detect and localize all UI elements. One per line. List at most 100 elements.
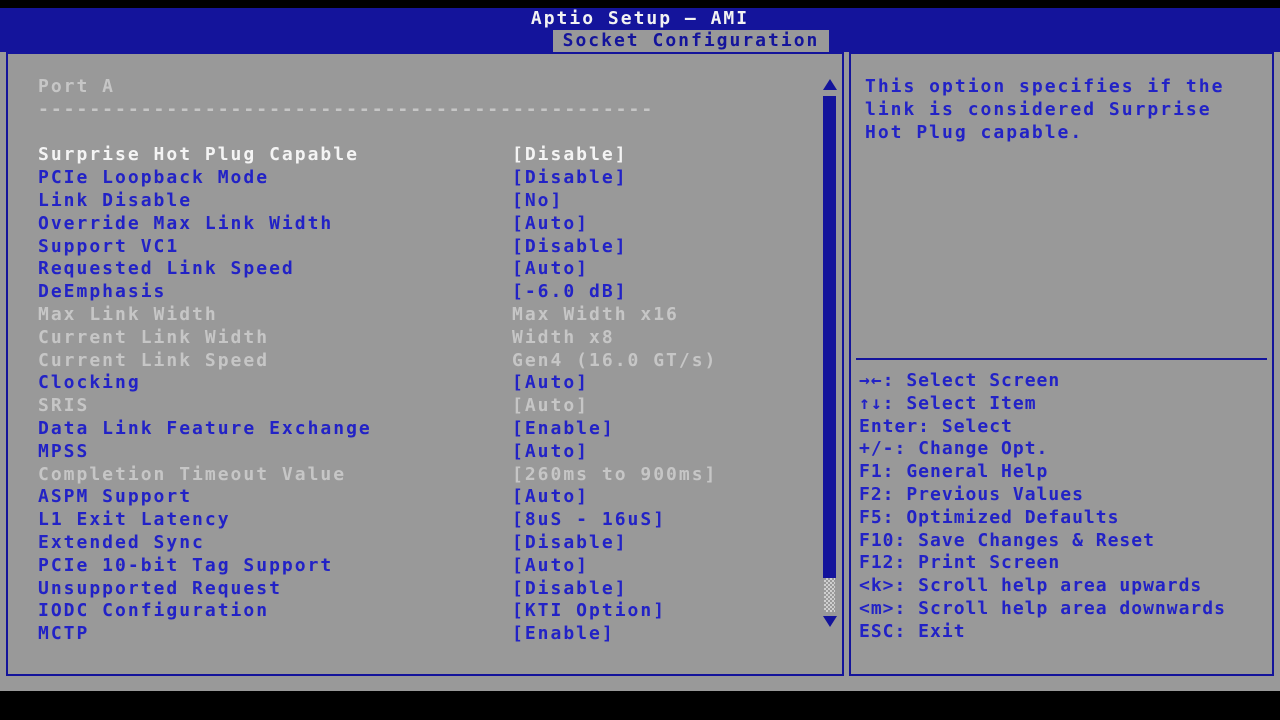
menu-item-extended-sync[interactable]: Extended Sync [Disable]: [38, 532, 802, 555]
menu-item-deemphasis[interactable]: DeEmphasis [-6.0 dB]: [38, 281, 802, 304]
key-legend-line: F12: Print Screen: [859, 552, 1061, 574]
menu-item-value: [Auto]: [512, 395, 590, 417]
menu-item-current-link-width: Current Link Width Width x8: [38, 327, 802, 350]
menu-item-current-link-speed: Current Link Speed Gen4 (16.0 GT/s): [38, 350, 802, 373]
menu-item-value: [Auto]: [512, 372, 590, 394]
menu-rows: Surprise Hot Plug Capable [Disable] PCIe L…: [38, 144, 802, 646]
key-legend-line: F5: Optimized Defaults: [859, 506, 1120, 528]
menu-item-label: Current Link Speed: [38, 349, 270, 371]
menu-item-label: IODC Configuration: [38, 600, 270, 622]
help-panel: This option specifies if the link is cons…: [849, 52, 1274, 676]
menu-item-label: Extended Sync: [38, 531, 205, 553]
menu-item-sris: SRIS [Auto]: [38, 395, 802, 418]
menu-item-label: Current Link Width: [38, 326, 270, 348]
menu-item-value: Gen4 (16.0 GT/s): [512, 349, 718, 371]
section-title: Port A: [38, 76, 116, 97]
menu-item-pcie-10-bit-tag-support[interactable]: PCIe 10-bit Tag Support [Auto]: [38, 555, 802, 578]
menu-item-value: [Disable]: [512, 144, 628, 166]
menu-item-label: Clocking: [38, 372, 141, 394]
menu-item-label: Completion Timeout Value: [38, 463, 347, 485]
menu-item-support-vc1[interactable]: Support VC1 [Disable]: [38, 236, 802, 259]
menu-item-value: [Enable]: [512, 417, 615, 439]
scrollbar: [822, 54, 838, 672]
menu-item-surprise-hot-plug-capable[interactable]: Surprise Hot Plug Capable [Disable]: [38, 144, 802, 167]
menu-item-value: [Auto]: [512, 212, 590, 234]
menu-item-label: SRIS: [38, 395, 90, 417]
menu-item-label: PCIe 10-bit Tag Support: [38, 554, 334, 576]
bios-setup-screen: Aptio Setup – AMI Socket Configuration P…: [0, 0, 1280, 720]
menu-item-label: Surprise Hot Plug Capable: [38, 144, 359, 166]
app-title: Aptio Setup – AMI: [530, 8, 750, 29]
section-separator: ----------------------------------------…: [38, 98, 655, 120]
menu-item-value: [Disable]: [512, 167, 628, 189]
menu-item-mpss[interactable]: MPSS [Auto]: [38, 441, 802, 464]
settings-panel: Port A ---------------------------------…: [6, 52, 844, 676]
menu-item-label: PCIe Loopback Mode: [38, 167, 270, 189]
menu-item-value: [Auto]: [512, 554, 590, 576]
scroll-down-arrow-icon[interactable]: [823, 616, 837, 627]
menu-item-iodc-configuration[interactable]: IODC Configuration [KTI Option]: [38, 600, 802, 623]
menu-item-value: [Auto]: [512, 258, 590, 280]
main-area: Port A ---------------------------------…: [0, 52, 1280, 691]
menu-item-label: L1 Exit Latency: [38, 509, 231, 531]
menu-item-requested-link-speed[interactable]: Requested Link Speed [Auto]: [38, 258, 802, 281]
tab-socket-configuration[interactable]: Socket Configuration: [553, 30, 829, 52]
key-legend-line: +/-: Change Opt.: [859, 438, 1049, 460]
menu-item-value: [No]: [512, 189, 564, 211]
menu-item-link-disable[interactable]: Link Disable [No]: [38, 190, 802, 213]
menu-item-pcie-loopback-mode[interactable]: PCIe Loopback Mode [Disable]: [38, 167, 802, 190]
scroll-up-arrow-icon[interactable]: [823, 79, 837, 90]
menu-item-data-link-feature-exchange[interactable]: Data Link Feature Exchange [Enable]: [38, 418, 802, 441]
menu-item-value: [260ms to 900ms]: [512, 463, 718, 485]
menu-item-label: Link Disable: [38, 189, 193, 211]
menu-item-label: Data Link Feature Exchange: [38, 417, 372, 439]
help-text-line: Hot Plug capable.: [865, 121, 1084, 143]
key-legend: →←: Select Screen ↑↓: Select Item Enter: S…: [859, 370, 1226, 644]
key-legend-line: Enter: Select: [859, 415, 1013, 437]
help-text-line: link is considered Surprise: [865, 98, 1212, 120]
menu-item-label: Support VC1: [38, 235, 180, 257]
key-legend-line: →←: Select Screen: [859, 370, 1061, 391]
menu-item-value: Max Width x16: [512, 303, 679, 325]
key-legend-line: ↑↓: Select Item: [859, 392, 1037, 414]
menu-item-value: [Disable]: [512, 577, 628, 599]
menu-item-aspm-support[interactable]: ASPM Support [Auto]: [38, 486, 802, 509]
menu-item-value: [Disable]: [512, 531, 628, 553]
menu-item-mctp[interactable]: MCTP [Enable]: [38, 623, 802, 646]
help-text-line: This option specifies if the: [865, 76, 1225, 97]
key-legend-line: ESC: Exit: [859, 620, 966, 642]
key-legend-line: <k>: Scroll help area upwards: [859, 575, 1203, 597]
menu-item-unsupported-request[interactable]: Unsupported Request [Disable]: [38, 578, 802, 601]
menu-item-value: [Auto]: [512, 486, 590, 508]
menu-item-value: Width x8: [512, 326, 615, 348]
menu-item-value: [-6.0 dB]: [512, 281, 628, 303]
menu-item-completion-timeout-value: Completion Timeout Value [260ms to 900ms]: [38, 464, 802, 487]
key-legend-line: F2: Previous Values: [859, 483, 1084, 505]
tab-label: Socket Configuration: [562, 30, 820, 51]
key-legend-line: F1: General Help: [859, 461, 1049, 483]
key-legend-line: <m>: Scroll help area downwards: [859, 597, 1226, 619]
menu-item-label: ASPM Support: [38, 486, 193, 508]
menu-item-clocking[interactable]: Clocking [Auto]: [38, 372, 802, 395]
menu-item-label: Unsupported Request: [38, 577, 282, 599]
help-text: This option specifies if the link is cons…: [865, 76, 1224, 144]
settings-list: Port A ---------------------------------…: [38, 76, 802, 646]
help-divider: [856, 358, 1267, 360]
tab-bar: Socket Configuration: [0, 30, 1280, 52]
menu-item-value: [KTI Option]: [512, 600, 667, 622]
menu-item-value: [Enable]: [512, 623, 615, 645]
menu-item-label: Override Max Link Width: [38, 212, 334, 234]
key-legend-line: F10: Save Changes & Reset: [859, 529, 1155, 551]
menu-item-value: [Disable]: [512, 235, 628, 257]
scrollbar-track[interactable]: [824, 578, 835, 612]
menu-item-label: MPSS: [38, 440, 90, 462]
menu-item-label: MCTP: [38, 623, 90, 645]
scrollbar-thumb[interactable]: [823, 96, 836, 578]
menu-item-label: DeEmphasis: [38, 281, 167, 303]
menu-item-l1-exit-latency[interactable]: L1 Exit Latency [8uS - 16uS]: [38, 509, 802, 532]
menu-item-value: [Auto]: [512, 440, 590, 462]
menu-item-max-link-width: Max Link Width Max Width x16: [38, 304, 802, 327]
menu-item-override-max-link-width[interactable]: Override Max Link Width [Auto]: [38, 213, 802, 236]
menu-item-value: [8uS - 16uS]: [512, 509, 667, 531]
